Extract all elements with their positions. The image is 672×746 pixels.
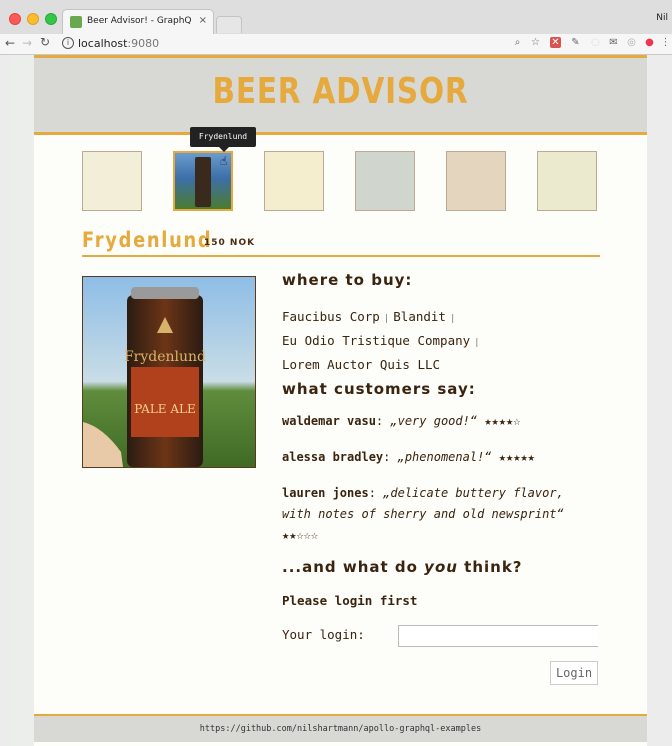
feedback-heading-suffix: think? (457, 558, 523, 576)
beer-thumbnails (82, 151, 602, 213)
rating-quote: „phenomenal!“ (397, 450, 492, 464)
rating-stars: ★★☆☆☆ (282, 528, 319, 542)
shop-item: Blandit (393, 309, 446, 324)
minimize-window-button[interactable] (27, 13, 39, 25)
beer-thumbnail[interactable] (537, 151, 597, 211)
rating-quote-continued: with notes of sherry and old newsprint“ (282, 507, 564, 521)
where-to-buy-heading: where to buy: (282, 271, 413, 289)
extension-icon[interactable]: ◌ (590, 37, 601, 48)
beer-photo-image: Frydenlund PALE ALE (83, 277, 255, 467)
extension-icon[interactable]: ● (644, 37, 655, 48)
shop-row: Lorem Auctor Quis LLC (282, 354, 602, 375)
shop-list: Faucibus Corp | Blandit | Eu Odio Tristique… (282, 306, 602, 375)
shop-separator: | (474, 338, 480, 348)
profile-name[interactable]: Nil (656, 13, 668, 23)
rating-author: lauren jones (282, 486, 369, 500)
address-bar[interactable]: i localhost:9080 (60, 36, 550, 51)
reload-icon[interactable]: ↻ (40, 35, 50, 49)
menu-icon[interactable]: ⋮ (660, 37, 671, 48)
extension-icon[interactable]: ✕ (550, 37, 561, 48)
pen-extension-icon[interactable]: ✎ (570, 37, 581, 48)
browser-window: Beer Advisor! - GraphQL Java × Nil ← → ↻… (0, 0, 672, 746)
beer-price: 150 NOK (204, 238, 256, 248)
feedback-heading: ...and what do you think? (282, 558, 523, 576)
browser-toolbar: ← → ↻ i localhost:9080 ⌕ ☆ ✕ ✎ ◌ ✉ ◎ ● ⋮ (0, 34, 672, 55)
rating-item: alessa bradley: „phenomenal!“ ★★★★★ (282, 450, 535, 464)
beer-name: Frydenlund (82, 228, 213, 252)
favicon-icon (70, 16, 82, 28)
rating-quote: „very good!“ (390, 414, 478, 428)
app-header: BEER ADVISOR (34, 55, 647, 135)
login-button[interactable]: Login (550, 661, 598, 685)
info-icon[interactable]: i (62, 37, 74, 49)
login-input[interactable] (398, 625, 598, 647)
maximize-window-button[interactable] (45, 13, 57, 25)
tab-strip: Beer Advisor! - GraphQL Java × Nil (0, 0, 672, 35)
feedback-heading-prefix: ...and what do (282, 558, 425, 576)
app-content: BEER ADVISOR Frydenlund ☝ Frydenlund 150… (34, 55, 647, 746)
rating-item: waldemar vasu: „very good!“ ★★★★☆ (282, 414, 521, 428)
beer-thumbnail[interactable] (355, 151, 415, 211)
url-text[interactable]: localhost:9080 (78, 37, 159, 50)
shop-item: Lorem Auctor Quis LLC (282, 357, 441, 372)
tab-title: Beer Advisor! - GraphQL Java (87, 16, 192, 26)
extension-icon[interactable]: ◎ (626, 37, 637, 48)
beer-thumbnail[interactable] (82, 151, 142, 211)
shop-separator: | (449, 314, 456, 324)
can-brand-text: Frydenlund (124, 349, 206, 365)
can-label-text: PALE ALE (134, 402, 196, 416)
shop-item: Eu Odio Tristique Company (282, 333, 471, 348)
title-divider (82, 255, 600, 257)
rating-stars: ★★★★☆ (484, 414, 521, 428)
rating-quote: „delicate buttery flavor, (383, 486, 564, 500)
mail-extension-icon[interactable]: ✉ (608, 37, 619, 48)
hand-cursor-icon: ☝ (220, 154, 228, 168)
rating-author: waldemar vasu (282, 414, 376, 428)
beer-thumbnail[interactable] (446, 151, 506, 211)
feedback-heading-emphasis: you (424, 558, 458, 576)
app-title: BEER ADVISOR (212, 71, 469, 112)
new-tab-button[interactable] (216, 16, 242, 33)
zoom-icon[interactable]: ⌕ (512, 37, 523, 48)
app-footer: https://github.com/nilshartmann/apollo-g… (34, 714, 647, 742)
login-label: Your login: (282, 627, 365, 642)
rating-item: lauren jones: „delicate buttery flavor, … (282, 486, 564, 542)
github-link[interactable]: https://github.com/nilshartmann/apollo-g… (34, 724, 647, 734)
thumbnail-tooltip: Frydenlund (190, 127, 256, 152)
tab-close-icon[interactable]: × (199, 15, 207, 26)
shop-row: Faucibus Corp | Blandit | (282, 306, 602, 330)
url-port: :9080 (127, 37, 160, 50)
shop-item: Faucibus Corp (282, 309, 380, 324)
shop-row: Eu Odio Tristique Company | (282, 330, 602, 354)
tab-beer-advisor[interactable]: Beer Advisor! - GraphQL Java × (62, 9, 214, 35)
shop-separator: | (383, 314, 390, 324)
beer-thumbnail[interactable] (264, 151, 324, 211)
beer-can-shape (195, 157, 211, 207)
page-viewport: BEER ADVISOR Frydenlund ☝ Frydenlund 150… (10, 55, 648, 746)
url-host: localhost (78, 37, 128, 50)
back-arrow-icon[interactable]: ← (5, 36, 15, 50)
close-window-button[interactable] (9, 13, 21, 25)
ratings-heading: what customers say: (282, 380, 476, 398)
rating-stars: ★★★★★ (498, 450, 535, 464)
login-required-message: Please login first (282, 593, 418, 608)
star-icon[interactable]: ☆ (530, 37, 541, 48)
beer-photo: Frydenlund PALE ALE (82, 276, 256, 468)
forward-arrow-icon[interactable]: → (22, 36, 32, 50)
rating-author: alessa bradley (282, 450, 384, 464)
